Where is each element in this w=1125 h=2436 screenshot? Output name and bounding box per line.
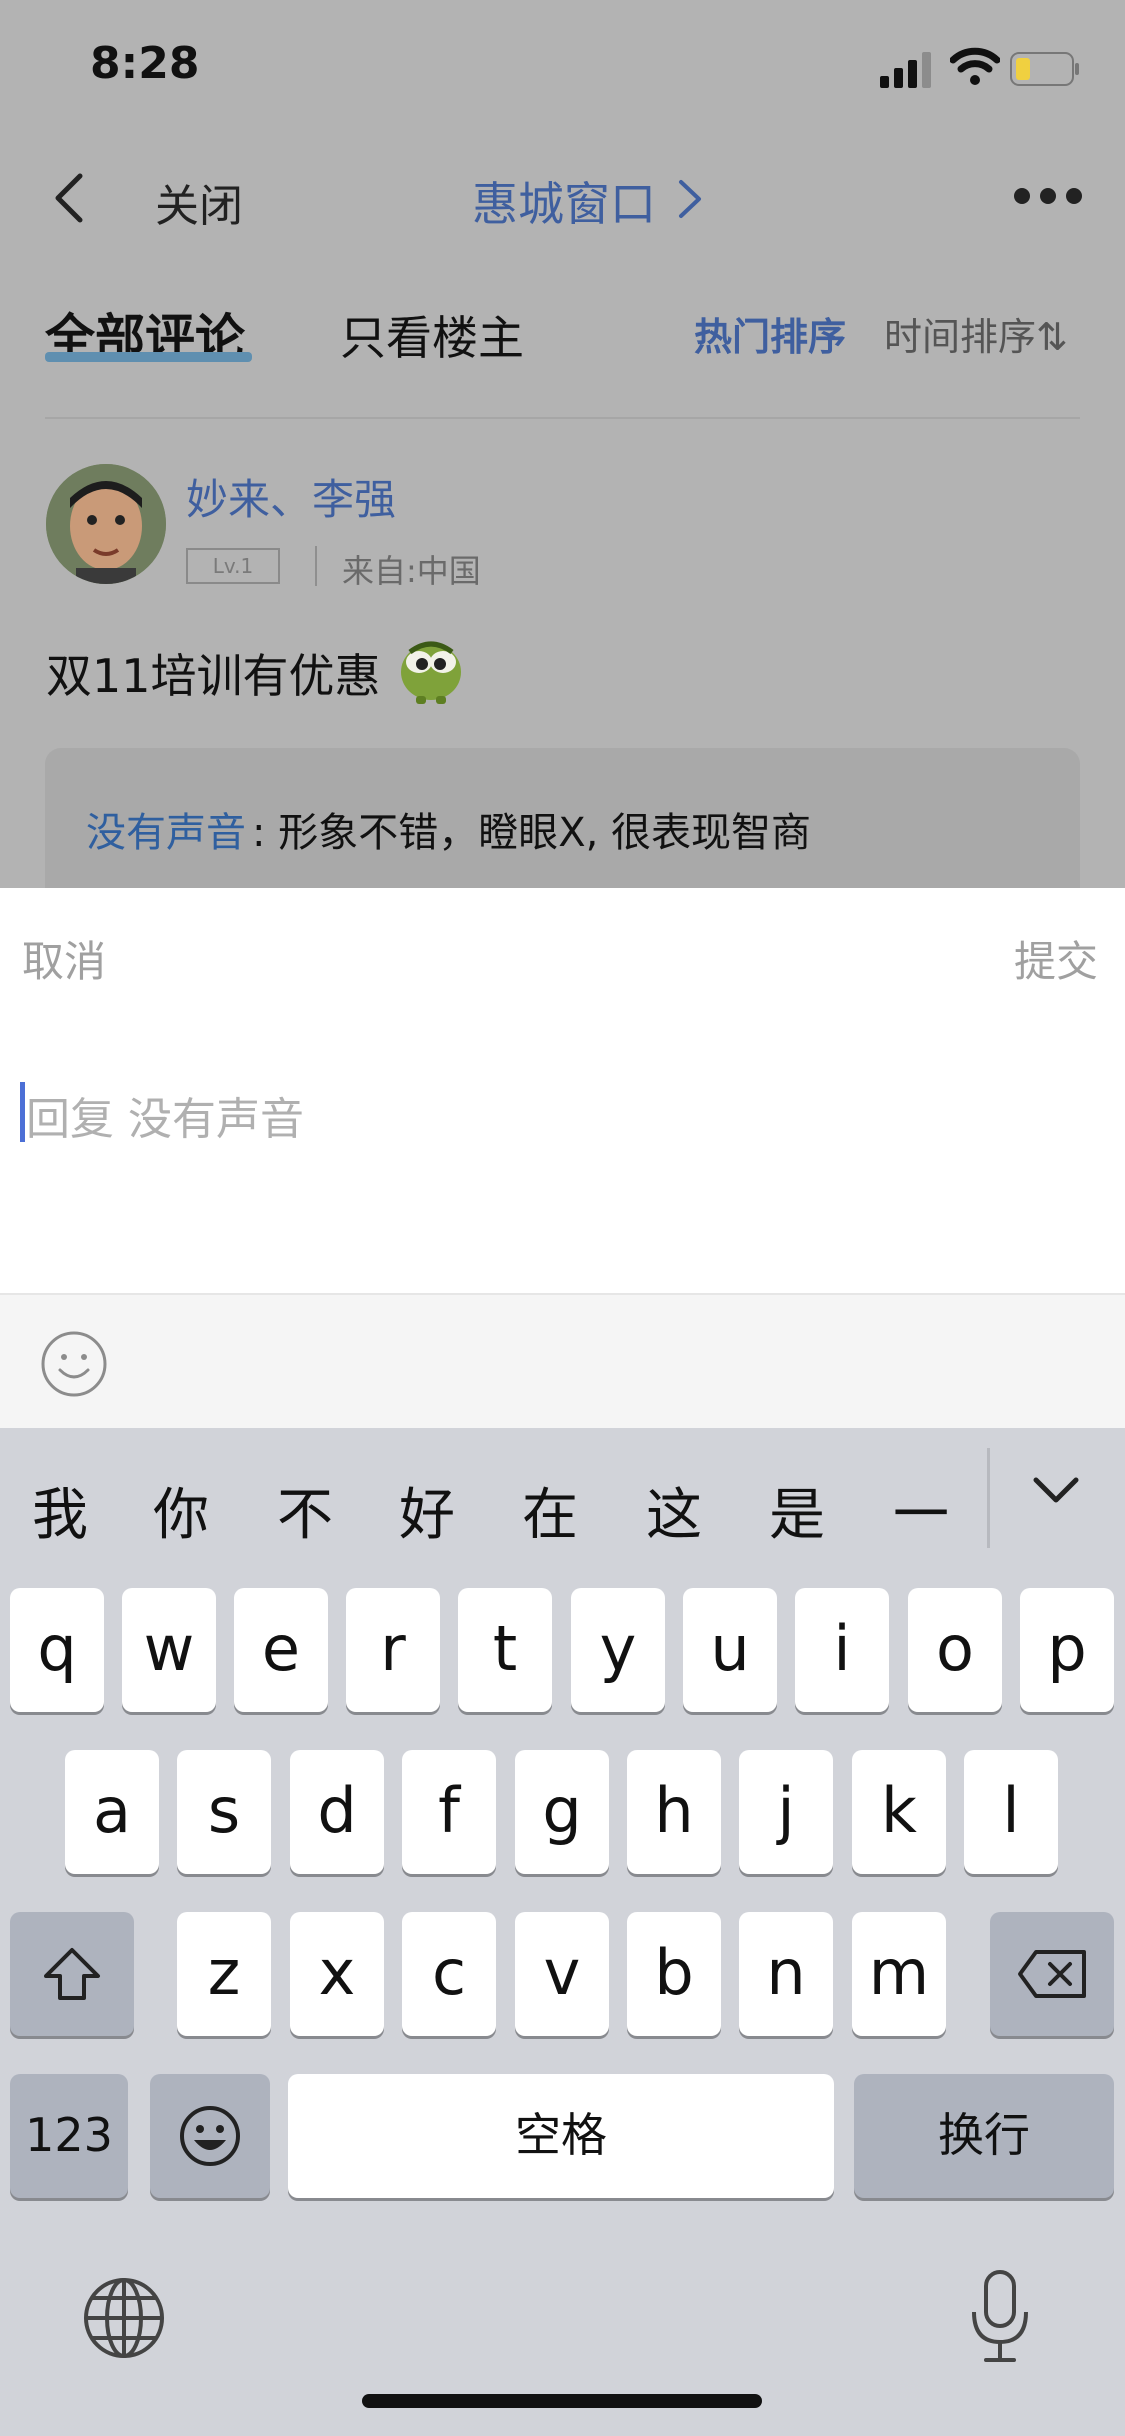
key-letter[interactable]: u <box>683 1588 777 1712</box>
backspace-icon <box>1018 1950 1086 1998</box>
sort-hot-button[interactable]: 热门排序 <box>694 306 846 361</box>
return-key[interactable]: 换行 <box>854 2074 1114 2198</box>
key-letter[interactable]: p <box>1020 1588 1114 1712</box>
candidate-word[interactable]: 一 <box>893 1470 949 1551</box>
text-caret <box>20 1082 25 1142</box>
key-letter[interactable]: a <box>65 1750 159 1874</box>
emoji-icon[interactable] <box>40 1330 108 1398</box>
key-letter[interactable]: l <box>964 1750 1058 1874</box>
battery-icon <box>1010 52 1079 86</box>
candidate-separator <box>987 1448 990 1548</box>
emoji-key[interactable] <box>150 2074 270 2198</box>
key-letter[interactable]: w <box>122 1588 216 1712</box>
key-letter[interactable]: b <box>627 1912 721 2036</box>
key-letter[interactable]: g <box>515 1750 609 1874</box>
shift-key[interactable] <box>10 1912 134 2036</box>
key-letter[interactable]: j <box>739 1750 833 1874</box>
candidate-word[interactable]: 好 <box>399 1470 455 1551</box>
more-icon[interactable] <box>1012 186 1084 206</box>
candidate-word[interactable]: 这 <box>646 1470 702 1551</box>
key-letter[interactable]: s <box>177 1750 271 1874</box>
key-letter[interactable]: t <box>458 1588 552 1712</box>
divider <box>45 417 1080 419</box>
key-letter[interactable]: o <box>908 1588 1002 1712</box>
tab-active-indicator <box>45 352 252 362</box>
key-letter[interactable]: c <box>402 1912 496 2036</box>
key-letter[interactable]: h <box>627 1750 721 1874</box>
space-key[interactable]: 空格 <box>288 2074 834 2198</box>
globe-icon[interactable] <box>82 2276 166 2360</box>
reply-input[interactable]: 回复 没有声音 <box>26 1083 304 1147</box>
cancel-button[interactable]: 取消 <box>22 928 106 989</box>
candidate-word[interactable]: 在 <box>522 1470 578 1551</box>
key-letter[interactable]: n <box>739 1912 833 2036</box>
key-letter[interactable]: v <box>515 1912 609 2036</box>
close-button[interactable]: 关闭 <box>155 170 243 234</box>
candidate-word[interactable]: 是 <box>769 1470 825 1551</box>
key-letter[interactable]: i <box>795 1588 889 1712</box>
key-letter[interactable]: z <box>177 1912 271 2036</box>
key-letter[interactable]: m <box>852 1912 946 2036</box>
article-page: 8:28 关闭 惠城窗口 全部评论 只看楼主 热门排序 时间排序⇅ 妙来、李强 … <box>0 0 1125 888</box>
candidate-word[interactable]: 你 <box>153 1470 209 1551</box>
username[interactable]: 妙来、李强 <box>186 466 396 527</box>
signal-icon <box>880 52 931 88</box>
wifi-icon <box>950 47 1000 85</box>
key-letter[interactable]: q <box>10 1588 104 1712</box>
submit-button[interactable]: 提交 <box>1014 928 1098 989</box>
delete-key[interactable] <box>990 1912 1114 2036</box>
reply-text: : 形象不错，瞪眼X, 很表现智商 <box>252 810 812 856</box>
numbers-key[interactable]: 123 <box>10 2074 128 2198</box>
candidate-word[interactable]: 我 <box>32 1470 88 1551</box>
key-letter[interactable]: r <box>346 1588 440 1712</box>
key-letter[interactable]: k <box>852 1750 946 1874</box>
chevron-down-icon[interactable] <box>1030 1472 1082 1512</box>
separator <box>315 546 317 586</box>
key-letter[interactable]: d <box>290 1750 384 1874</box>
microphone-icon[interactable] <box>966 2268 1034 2364</box>
chevron-right-icon[interactable] <box>675 176 705 222</box>
status-time: 8:28 <box>90 38 200 89</box>
back-icon[interactable] <box>50 170 90 226</box>
emoji-toolbar <box>0 1295 1125 1428</box>
candidate-word[interactable]: 不 <box>277 1470 333 1551</box>
page-title-link[interactable]: 惠城窗口 <box>472 168 656 234</box>
emoji-icon <box>180 2106 240 2166</box>
origin-label: 来自:中国 <box>342 552 481 590</box>
key-letter[interactable]: x <box>290 1912 384 2036</box>
green-sticker-icon <box>401 641 461 704</box>
post-text: 双11培训有优惠 <box>46 649 381 703</box>
avatar[interactable] <box>46 464 166 584</box>
key-letter[interactable]: e <box>234 1588 328 1712</box>
tab-owner-only[interactable]: 只看楼主 <box>340 302 524 368</box>
key-letter[interactable]: f <box>402 1750 496 1874</box>
level-badge: Lv.1 <box>186 548 280 584</box>
reply-author[interactable]: 没有声音 <box>86 800 246 858</box>
sort-time-button[interactable]: 时间排序⇅ <box>884 306 1084 361</box>
shift-icon <box>44 1948 100 2000</box>
home-indicator <box>362 2394 762 2408</box>
key-letter[interactable]: y <box>571 1588 665 1712</box>
